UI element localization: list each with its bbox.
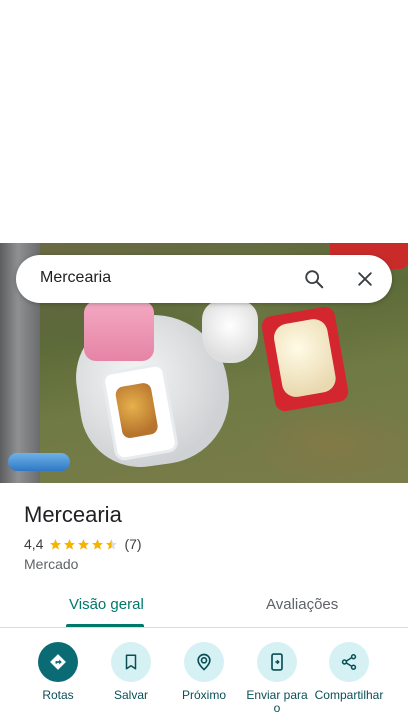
share-label: Compartilhar bbox=[314, 688, 384, 702]
send-to-phone-icon bbox=[257, 642, 297, 682]
place-category: Mercado bbox=[24, 556, 79, 572]
photo-bottle bbox=[8, 453, 70, 471]
tab-reviews[interactable]: Avaliações bbox=[266, 596, 338, 613]
nearby-label: Próximo bbox=[181, 688, 226, 702]
tab-overview[interactable]: Visão geral bbox=[69, 596, 144, 613]
directions-icon bbox=[38, 642, 78, 682]
nearby-button[interactable]: Próximo bbox=[169, 642, 239, 702]
share-icon bbox=[329, 642, 369, 682]
photo-white-bag bbox=[202, 301, 258, 363]
directions-button[interactable]: Rotas bbox=[23, 642, 93, 702]
half-star-icon bbox=[106, 538, 118, 550]
place-title: Mercearia bbox=[24, 502, 122, 527]
star-icon bbox=[92, 538, 104, 550]
close-icon[interactable] bbox=[351, 265, 379, 293]
nearby-icon bbox=[184, 642, 224, 682]
rating-value: 4,4 bbox=[24, 536, 44, 552]
tab-divider bbox=[0, 627, 408, 628]
rating-stars bbox=[49, 538, 118, 551]
bookmark-icon bbox=[111, 642, 151, 682]
save-button[interactable]: Salvar bbox=[96, 642, 166, 702]
rating-row[interactable]: 4,4 (7) bbox=[24, 536, 142, 552]
send-to-phone-label: Enviar para o bbox=[246, 688, 308, 715]
send-to-phone-button[interactable]: Enviar para o bbox=[242, 642, 312, 715]
star-icon bbox=[78, 538, 90, 550]
save-label: Salvar bbox=[113, 688, 148, 702]
search-bar[interactable]: Mercearia bbox=[16, 255, 392, 303]
reviews-count: (7) bbox=[124, 536, 142, 552]
directions-label: Rotas bbox=[42, 688, 74, 702]
share-button[interactable]: Compartilhar bbox=[314, 642, 384, 702]
map-blank-area bbox=[0, 0, 408, 243]
search-icon[interactable] bbox=[300, 265, 328, 293]
star-icon bbox=[64, 538, 76, 550]
search-query[interactable]: Mercearia bbox=[40, 269, 111, 287]
photo-pink-box bbox=[84, 301, 154, 361]
star-icon bbox=[50, 538, 62, 550]
